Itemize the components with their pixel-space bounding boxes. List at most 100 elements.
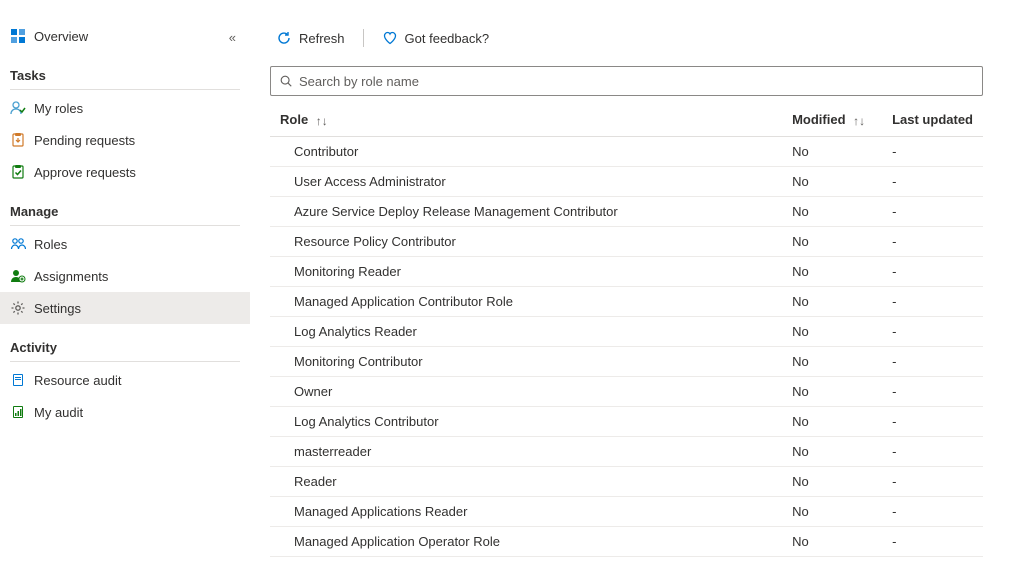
main-content: Refresh Got feedback? Role ↑↓ Modified [250,0,1011,587]
table-row[interactable]: Monitoring ReaderNo- [270,256,983,286]
overview-icon [10,28,26,44]
cell-last-updated: - [882,286,983,316]
cell-last-updated: - [882,316,983,346]
role-name-link[interactable]: Monitoring Contributor [294,354,423,369]
feedback-label: Got feedback? [405,31,490,46]
cell-last-updated: - [882,376,983,406]
role-name-link[interactable]: Reader [294,474,337,489]
feedback-button[interactable]: Got feedback? [376,26,496,50]
table-row[interactable]: Resource Policy ContributorNo- [270,226,983,256]
sidebar: « Overview Tasks My roles Pending reques… [0,0,250,587]
book-icon [10,372,26,388]
cell-modified: No [782,436,882,466]
cell-modified: No [782,496,882,526]
role-name-link[interactable]: Managed Application Operator Role [294,534,500,549]
role-name-link[interactable]: Resource Policy Contributor [294,234,456,249]
refresh-button[interactable]: Refresh [270,26,351,50]
cell-modified: No [782,196,882,226]
cell-last-updated: - [882,406,983,436]
sidebar-group-manage: Manage [0,196,250,225]
role-name-link[interactable]: Monitoring Reader [294,264,401,279]
sidebar-item-approve-requests[interactable]: Approve requests [0,156,250,188]
role-name-link[interactable]: User Access Administrator [294,174,446,189]
cell-modified: No [782,136,882,166]
role-name-link[interactable]: Managed Applications Reader [294,504,467,519]
table-row[interactable]: User Access Administrator No- [270,166,983,196]
person-assign-icon [10,268,26,284]
cell-last-updated: - [882,226,983,256]
table-row[interactable]: Managed Application Contributor Role No- [270,286,983,316]
sidebar-item-settings[interactable]: Settings [0,292,250,324]
search-icon [279,74,293,88]
sidebar-item-overview[interactable]: Overview [0,20,250,52]
cell-modified: No [782,316,882,346]
sidebar-item-roles[interactable]: Roles [0,228,250,260]
cell-last-updated: - [882,496,983,526]
sort-icon: ↑↓ [316,114,328,128]
sidebar-overview-label: Overview [34,29,88,44]
role-name-link[interactable]: Contributor [294,144,358,159]
heart-icon [382,30,398,46]
cell-modified: No [782,346,882,376]
table-row[interactable]: Owner No- [270,376,983,406]
role-name-link[interactable]: Managed Application Contributor Role [294,294,513,309]
cell-last-updated: - [882,166,983,196]
sidebar-item-assignments[interactable]: Assignments [0,260,250,292]
table-row[interactable]: Log Analytics Contributor No- [270,406,983,436]
role-name-link[interactable]: Azure Service Deploy Release Management … [294,204,618,219]
sidebar-item-my-roles[interactable]: My roles [0,92,250,124]
sort-icon: ↑↓ [853,114,865,128]
table-row[interactable]: Monitoring Contributor No- [270,346,983,376]
cell-modified: No [782,466,882,496]
column-header-role[interactable]: Role ↑↓ [270,104,782,136]
table-row[interactable]: Log Analytics Reader No- [270,316,983,346]
table-row[interactable]: Azure Service Deploy Release Management … [270,196,983,226]
divider [10,361,240,362]
sidebar-item-label: My audit [34,405,83,420]
table-row[interactable]: Managed Applications Reader No- [270,496,983,526]
sidebar-item-label: My roles [34,101,83,116]
gear-icon [10,300,26,316]
sidebar-item-resource-audit[interactable]: Resource audit [0,364,250,396]
cell-last-updated: - [882,136,983,166]
toolbar: Refresh Got feedback? [270,20,983,56]
cell-last-updated: - [882,196,983,226]
cell-modified: No [782,406,882,436]
cell-modified: No [782,166,882,196]
search-box[interactable] [270,66,983,96]
sidebar-group-activity: Activity [0,332,250,361]
sidebar-item-my-audit[interactable]: My audit [0,396,250,428]
sidebar-item-pending-requests[interactable]: Pending requests [0,124,250,156]
cell-modified: No [782,376,882,406]
divider [10,89,240,90]
refresh-icon [276,30,292,46]
cell-last-updated: - [882,526,983,556]
person-roles-icon [10,100,26,116]
role-name-link[interactable]: Owner [294,384,332,399]
column-header-modified[interactable]: Modified ↑↓ [782,104,882,136]
column-header-last-updated[interactable]: Last updated [882,104,983,136]
sidebar-group-tasks: Tasks [0,60,250,89]
role-name-link[interactable]: Log Analytics Reader [294,324,417,339]
sidebar-item-label: Approve requests [34,165,136,180]
cell-last-updated: - [882,436,983,466]
divider [10,225,240,226]
table-row[interactable]: masterreader No- [270,436,983,466]
table-header-row: Role ↑↓ Modified ↑↓ Last updated [270,104,983,136]
table-row[interactable]: Managed Application Operator RoleNo- [270,526,983,556]
cell-last-updated: - [882,346,983,376]
table-row[interactable]: Reader No- [270,466,983,496]
cell-modified: No [782,286,882,316]
refresh-label: Refresh [299,31,345,46]
collapse-sidebar-icon[interactable]: « [229,30,236,45]
cell-modified: No [782,256,882,286]
search-input[interactable] [299,74,974,89]
report-icon [10,404,26,420]
cell-last-updated: - [882,466,983,496]
table-row[interactable]: Contributor No- [270,136,983,166]
clipboard-check-icon [10,164,26,180]
role-name-link[interactable]: Log Analytics Contributor [294,414,439,429]
sidebar-item-label: Settings [34,301,81,316]
role-name-link[interactable]: masterreader [294,444,371,459]
clipboard-down-icon [10,132,26,148]
